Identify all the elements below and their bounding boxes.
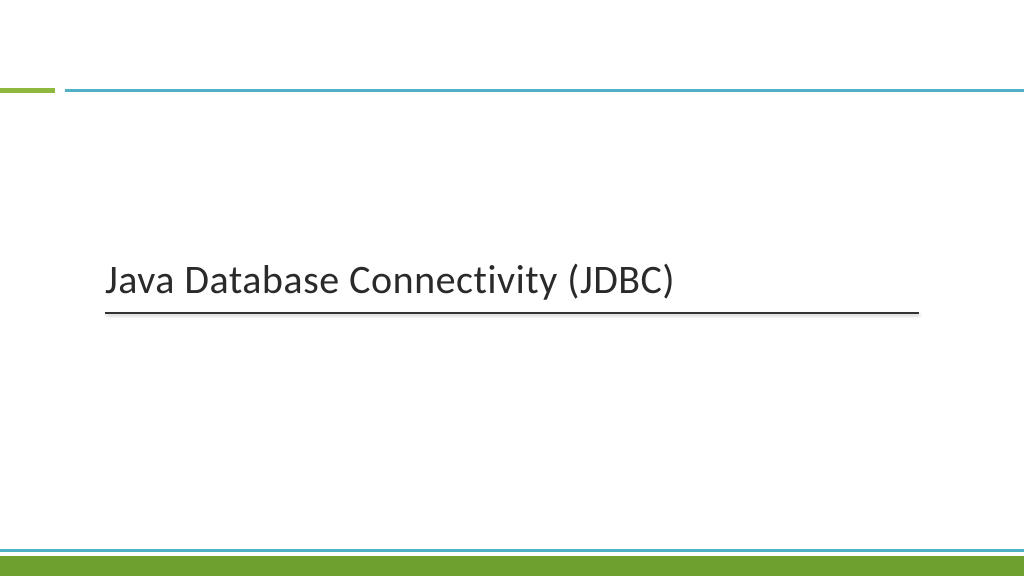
- top-decoration: [0, 88, 1024, 93]
- title-underline: [105, 312, 919, 314]
- top-blue-rule: [65, 89, 1024, 92]
- bottom-blue-rule: [0, 549, 1024, 552]
- slide-title: Java Database Connectivity (JDBC): [105, 255, 919, 312]
- top-green-accent: [0, 88, 55, 93]
- bottom-decoration: [0, 549, 1024, 576]
- title-block: Java Database Connectivity (JDBC): [105, 255, 919, 314]
- bottom-green-bar: [0, 556, 1024, 576]
